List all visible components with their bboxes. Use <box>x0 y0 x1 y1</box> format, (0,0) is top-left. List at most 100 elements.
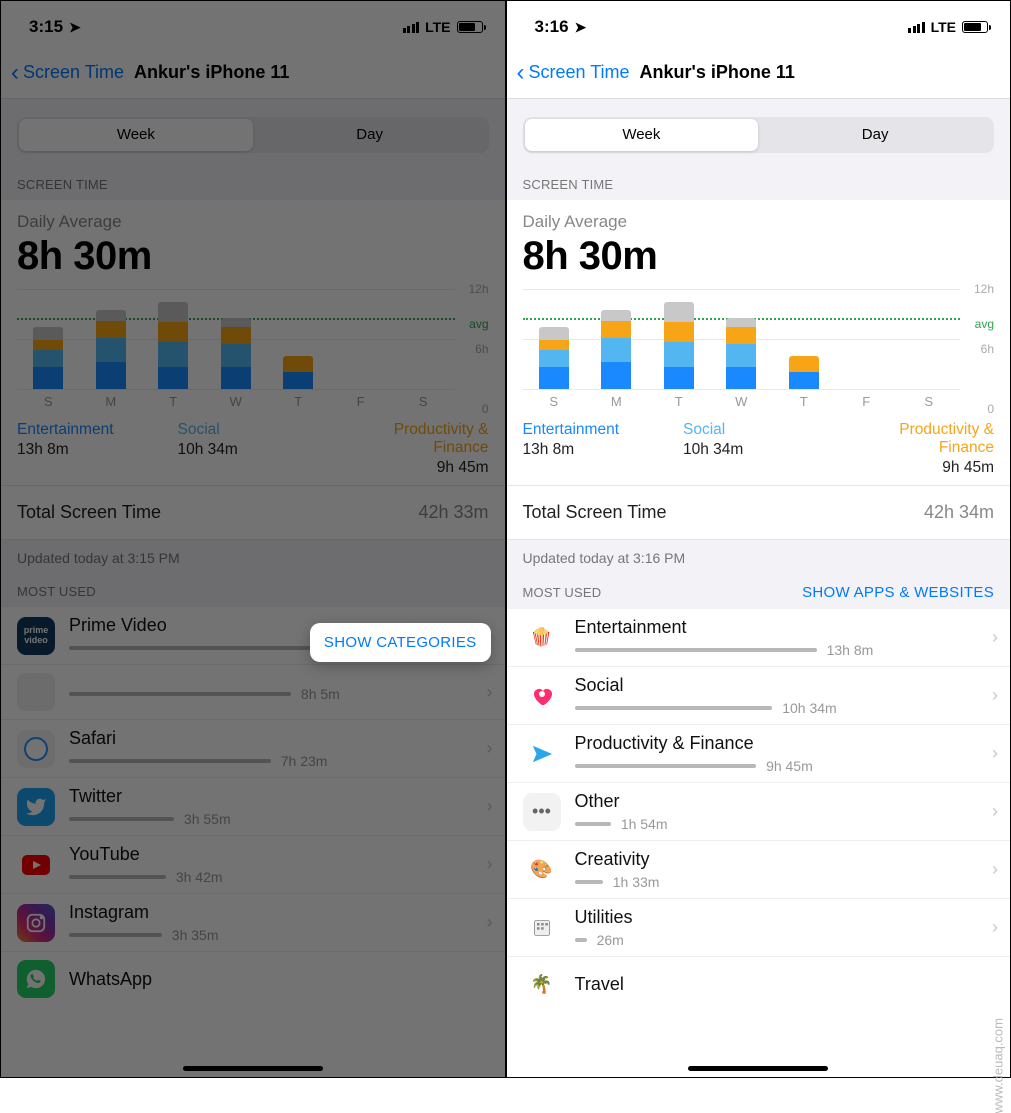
segmented-control[interactable]: Week Day <box>17 117 489 153</box>
y-label-0: 0 <box>482 402 489 416</box>
youtube-icon <box>17 846 55 884</box>
back-button[interactable]: Screen Time <box>23 62 124 83</box>
total-value: 42h 33m <box>418 502 488 523</box>
usage-chart[interactable]: 12h avg 6h 0 SMTWTFS <box>17 289 489 409</box>
list-item[interactable]: 🌴 Travel <box>507 957 1011 1011</box>
total-value: 42h 34m <box>924 502 994 523</box>
tab-day[interactable]: Day <box>758 119 992 151</box>
y-label-12: 12h <box>974 282 994 296</box>
total-label: Total Screen Time <box>523 502 667 523</box>
back-button[interactable]: Screen Time <box>529 62 630 83</box>
list-item[interactable]: ••• Other 1h 54m › <box>507 783 1011 841</box>
total-row[interactable]: Total Screen Time 42h 34m <box>507 485 1011 540</box>
watermark: www.deuaq.com <box>990 1018 1005 1113</box>
updated-label: Updated today at 3:16 PM <box>507 540 1011 570</box>
daily-average-value: 8h 30m <box>523 234 995 279</box>
signal-icon <box>403 22 420 33</box>
phone-left: 3:15 ➤ LTE ‹ Screen Time Ankur's iPhone … <box>0 0 506 1078</box>
usage-chart[interactable]: 12h avg 6h 0 SMTWTFS <box>523 289 995 409</box>
creativity-icon: 🎨 <box>523 851 561 889</box>
chevron-right-icon: › <box>992 743 998 764</box>
most-used-list: primevideo Prime Video 9h 1m › 8h 5m › S… <box>1 607 505 1006</box>
list-item[interactable]: YouTube 3h 42m › <box>1 836 505 894</box>
page-title: Ankur's iPhone 11 <box>640 62 795 83</box>
chevron-right-icon: › <box>992 917 998 938</box>
list-item[interactable]: WhatsApp <box>1 952 505 1006</box>
list-item[interactable]: Utilities 26m › <box>507 899 1011 957</box>
avg-label: avg <box>469 317 488 331</box>
home-indicator[interactable] <box>688 1066 828 1071</box>
chevron-right-icon: › <box>487 682 493 703</box>
safari-icon <box>17 730 55 768</box>
cat-entertainment: Entertainment <box>17 421 168 439</box>
cat-entertainment: Entertainment <box>523 421 674 439</box>
back-chevron-icon[interactable]: ‹ <box>517 59 525 87</box>
daily-average-card: Daily Average 8h 30m 12h avg 6h 0 SMTWTF… <box>507 200 1011 485</box>
phone-right: 3:16 ➤ LTE ‹ Screen Time Ankur's iPhone … <box>506 0 1011 1078</box>
social-icon <box>523 677 561 715</box>
location-icon: ➤ <box>69 19 81 36</box>
show-apps-button[interactable]: SHOW APPS & WEBSITES <box>802 584 994 601</box>
avg-label: avg <box>975 317 994 331</box>
cat-productivity: Productivity & Finance <box>338 421 489 457</box>
signal-icon <box>908 22 925 33</box>
network-label: LTE <box>931 19 956 35</box>
instagram-icon <box>17 904 55 942</box>
y-label-6: 6h <box>475 342 488 356</box>
twitter-icon <box>17 788 55 826</box>
list-item[interactable]: 🍿 Entertainment 13h 8m › <box>507 609 1011 667</box>
list-item[interactable]: 🎨 Creativity 1h 33m › <box>507 841 1011 899</box>
total-label: Total Screen Time <box>17 502 161 523</box>
back-chevron-icon[interactable]: ‹ <box>11 59 19 87</box>
clock-label: 3:15 <box>29 17 63 37</box>
category-summary: Entertainment 13h 8m Social 10h 34m Prod… <box>523 421 995 477</box>
cat-social: Social <box>683 421 834 439</box>
daily-average-label: Daily Average <box>523 212 995 232</box>
tab-week[interactable]: Week <box>19 119 253 151</box>
section-screen-time: SCREEN TIME <box>507 163 1011 200</box>
status-bar: 3:15 ➤ LTE <box>1 1 505 47</box>
show-categories-menu[interactable]: SHOW CATEGORIES <box>310 623 491 662</box>
list-item[interactable]: Twitter 3h 55m › <box>1 778 505 836</box>
nav-header: ‹ Screen Time Ankur's iPhone 11 <box>1 47 505 99</box>
daily-average-label: Daily Average <box>17 212 489 232</box>
category-summary: Entertainment 13h 8m Social 10h 34m Prod… <box>17 421 489 477</box>
tab-day[interactable]: Day <box>253 119 487 151</box>
total-row[interactable]: Total Screen Time 42h 33m <box>1 485 505 540</box>
list-item[interactable]: Social 10h 34m › <box>507 667 1011 725</box>
travel-icon: 🌴 <box>523 965 561 1003</box>
list-item[interactable]: Instagram 3h 35m › <box>1 894 505 952</box>
y-label-6: 6h <box>981 342 994 356</box>
y-label-0: 0 <box>987 402 994 416</box>
other-icon: ••• <box>523 793 561 831</box>
home-indicator[interactable] <box>183 1066 323 1071</box>
app-icon <box>17 673 55 711</box>
list-item[interactable]: 8h 5m › <box>1 665 505 720</box>
tab-week[interactable]: Week <box>525 119 759 151</box>
y-label-12: 12h <box>468 282 488 296</box>
section-most-used: MOST USED SHOW APPS & WEBSITES <box>507 570 1011 609</box>
clock-label: 3:16 <box>535 17 569 37</box>
most-used-list: 🍿 Entertainment 13h 8m › Social 10h 34m … <box>507 609 1011 1011</box>
prime-video-icon: primevideo <box>17 617 55 655</box>
chevron-right-icon: › <box>487 738 493 759</box>
chevron-right-icon: › <box>487 796 493 817</box>
battery-icon <box>457 21 483 33</box>
section-screen-time: SCREEN TIME <box>1 163 505 200</box>
list-item[interactable]: Productivity & Finance 9h 45m › <box>507 725 1011 783</box>
most-used-label: MOST USED <box>523 585 602 600</box>
nav-header: ‹ Screen Time Ankur's iPhone 11 <box>507 47 1011 99</box>
chevron-right-icon: › <box>992 685 998 706</box>
updated-label: Updated today at 3:15 PM <box>1 540 505 570</box>
most-used-label: MOST USED <box>17 584 96 599</box>
section-most-used: MOST USED <box>1 570 505 607</box>
network-label: LTE <box>425 19 450 35</box>
segmented-control[interactable]: Week Day <box>523 117 995 153</box>
utilities-icon <box>523 909 561 947</box>
daily-average-card: Daily Average 8h 30m 12h avg 6h 0 SMTWTF… <box>1 200 505 485</box>
productivity-icon <box>523 735 561 773</box>
list-item[interactable]: Safari 7h 23m › <box>1 720 505 778</box>
daily-average-value: 8h 30m <box>17 234 489 279</box>
chevron-right-icon: › <box>487 854 493 875</box>
cat-productivity: Productivity & Finance <box>844 421 995 457</box>
